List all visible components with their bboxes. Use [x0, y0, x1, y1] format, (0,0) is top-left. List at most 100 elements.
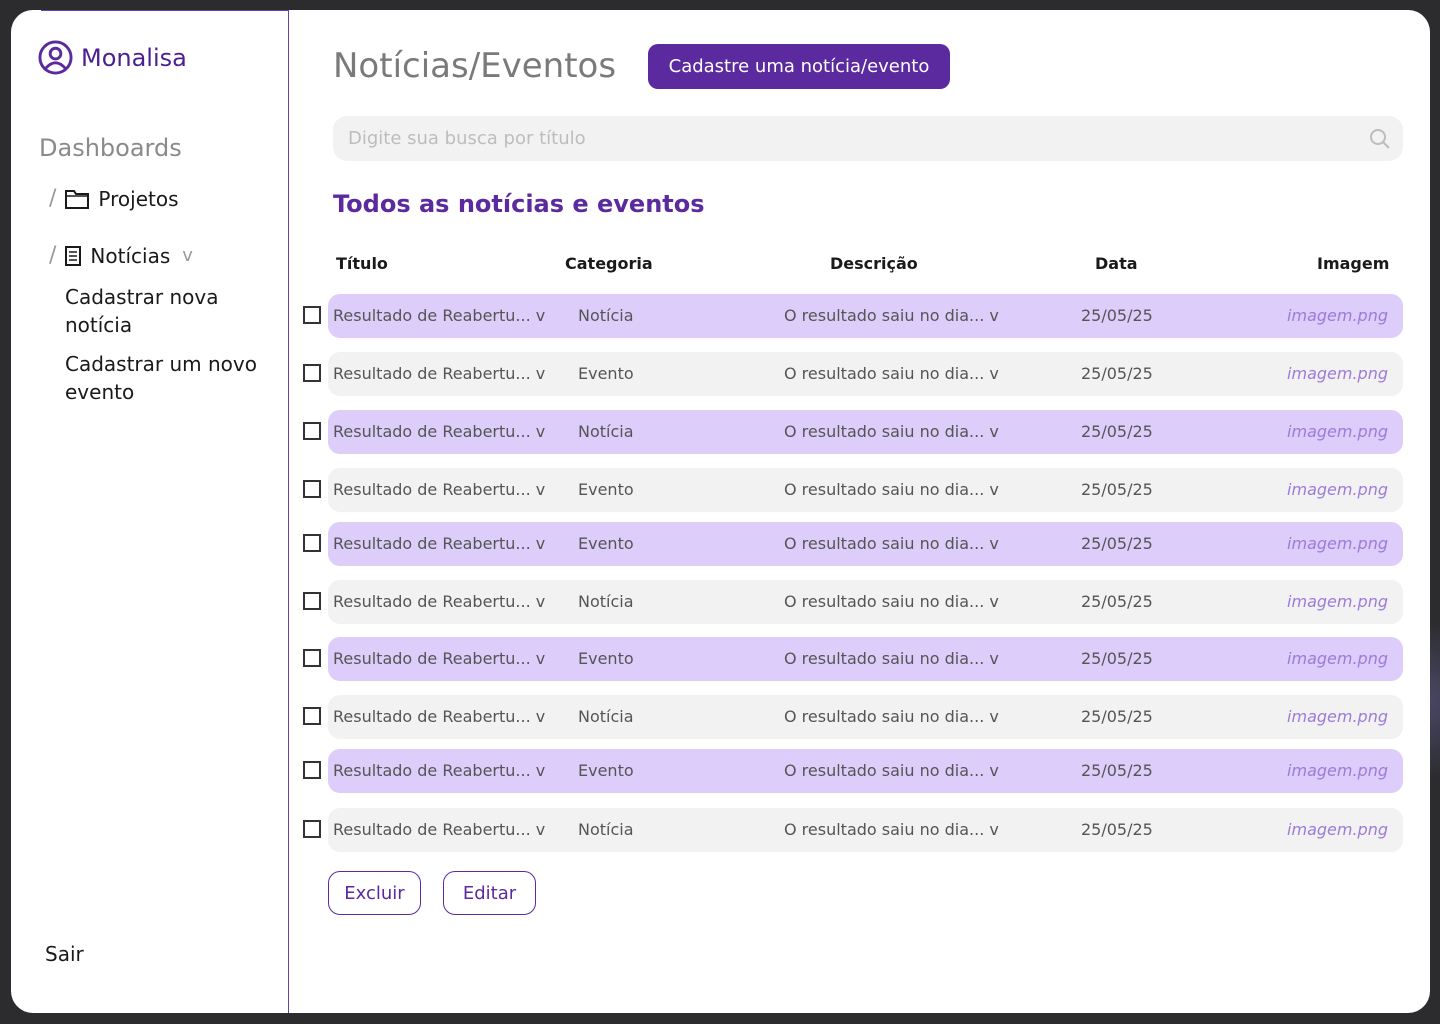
row-image-link[interactable]: imagem.png	[1287, 761, 1388, 780]
sidebar-item-projetos[interactable]: / Projetos	[49, 186, 179, 211]
row-date: 25/05/25	[1081, 534, 1153, 553]
row-title[interactable]: Resultado de Reabertu... v	[333, 820, 545, 839]
row-description[interactable]: O resultado saiu no dia... v	[784, 820, 999, 839]
logout-link[interactable]: Sair	[45, 942, 84, 966]
row-date: 25/05/25	[1081, 820, 1153, 839]
nav-slash: /	[49, 243, 57, 268]
row-date: 25/05/25	[1081, 422, 1153, 441]
row-image-link[interactable]: imagem.png	[1287, 306, 1388, 325]
row-category: Notícia	[578, 820, 634, 839]
table-row[interactable]: Resultado de Reabertu... v Notícia O resul…	[303, 580, 1403, 624]
folder-icon	[65, 189, 90, 209]
row-category: Notícia	[578, 422, 634, 441]
row-checkbox[interactable]	[303, 592, 321, 610]
row-checkbox[interactable]	[303, 422, 321, 440]
row-date: 25/05/25	[1081, 364, 1153, 383]
table-row[interactable]: Resultado de Reabertu... v Evento O result…	[303, 352, 1403, 396]
row-date: 25/05/25	[1081, 649, 1153, 668]
row-description[interactable]: O resultado saiu no dia... v	[784, 592, 999, 611]
row-date: 25/05/25	[1081, 761, 1153, 780]
brand-name: Monalisa	[81, 43, 187, 72]
row-checkbox[interactable]	[303, 761, 321, 779]
row-date: 25/05/25	[1081, 480, 1153, 499]
row-category: Evento	[578, 649, 634, 668]
sidebar-item-label: Projetos	[98, 186, 179, 211]
app-window: Monalisa Dashboards / Projetos / Notícia…	[11, 10, 1430, 1013]
row-title[interactable]: Resultado de Reabertu... v	[333, 534, 545, 553]
nav-slash: /	[49, 186, 57, 211]
row-image-link[interactable]: imagem.png	[1287, 364, 1388, 383]
table-row[interactable]: Resultado de Reabertu... v Evento O result…	[303, 468, 1403, 512]
row-title[interactable]: Resultado de Reabertu... v	[333, 592, 545, 611]
column-header-titulo: Título	[336, 254, 388, 273]
column-header-data: Data	[1095, 254, 1138, 273]
row-description[interactable]: O resultado saiu no dia... v	[784, 649, 999, 668]
row-checkbox[interactable]	[303, 649, 321, 667]
row-description[interactable]: O resultado saiu no dia... v	[784, 306, 999, 325]
row-date: 25/05/25	[1081, 306, 1153, 325]
row-description[interactable]: O resultado saiu no dia... v	[784, 480, 999, 499]
row-title[interactable]: Resultado de Reabertu... v	[333, 306, 545, 325]
table-row[interactable]: Resultado de Reabertu... v Notícia O resul…	[303, 294, 1403, 338]
delete-button[interactable]: Excluir	[328, 871, 421, 915]
page-title: Notícias/Eventos	[333, 46, 617, 86]
search-icon[interactable]	[1368, 127, 1392, 151]
table-row[interactable]: Resultado de Reabertu... v Notícia O resul…	[303, 695, 1403, 739]
row-image-link[interactable]: imagem.png	[1287, 534, 1388, 553]
table-row[interactable]: Resultado de Reabertu... v Evento O result…	[303, 637, 1403, 681]
row-description[interactable]: O resultado saiu no dia... v	[784, 707, 999, 726]
row-date: 25/05/25	[1081, 707, 1153, 726]
edit-button[interactable]: Editar	[443, 871, 536, 915]
sidebar-section-title: Dashboards	[39, 134, 182, 162]
row-category: Evento	[578, 480, 634, 499]
row-checkbox[interactable]	[303, 707, 321, 725]
sidebar-divider	[41, 10, 289, 11]
row-title[interactable]: Resultado de Reabertu... v	[333, 761, 545, 780]
sidebar-subitem-cadastrar-noticia[interactable]: Cadastrar nova notícia	[65, 283, 275, 339]
table-row[interactable]: Resultado de Reabertu... v Evento O result…	[303, 749, 1403, 793]
sidebar-item-label: Notícias	[90, 243, 171, 268]
row-category: Evento	[578, 761, 634, 780]
sidebar-subitem-cadastrar-evento[interactable]: Cadastrar um novo evento	[65, 350, 275, 406]
column-header-imagem: Imagem	[1317, 254, 1390, 273]
row-title[interactable]: Resultado de Reabertu... v	[333, 422, 545, 441]
row-image-link[interactable]: imagem.png	[1287, 592, 1388, 611]
row-title[interactable]: Resultado de Reabertu... v	[333, 707, 545, 726]
row-checkbox[interactable]	[303, 534, 321, 552]
row-image-link[interactable]: imagem.png	[1287, 820, 1388, 839]
brand[interactable]: Monalisa	[38, 40, 187, 75]
row-description[interactable]: O resultado saiu no dia... v	[784, 534, 999, 553]
row-image-link[interactable]: imagem.png	[1287, 480, 1388, 499]
row-checkbox[interactable]	[303, 306, 321, 324]
sidebar: Monalisa Dashboards / Projetos / Notícia…	[11, 10, 289, 1013]
row-category: Notícia	[578, 707, 634, 726]
row-date: 25/05/25	[1081, 592, 1153, 611]
table-row[interactable]: Resultado de Reabertu... v Notícia O resul…	[303, 808, 1403, 852]
row-image-link[interactable]: imagem.png	[1287, 649, 1388, 668]
row-category: Evento	[578, 364, 634, 383]
row-checkbox[interactable]	[303, 480, 321, 498]
section-title: Todos as notícias e eventos	[333, 190, 705, 218]
row-title[interactable]: Resultado de Reabertu... v	[333, 480, 545, 499]
row-description[interactable]: O resultado saiu no dia... v	[784, 364, 999, 383]
document-icon	[65, 245, 82, 266]
user-circle-icon	[38, 40, 73, 75]
row-checkbox[interactable]	[303, 820, 321, 838]
sidebar-item-noticias[interactable]: / Notícias v	[49, 243, 193, 268]
row-category: Notícia	[578, 306, 634, 325]
row-checkbox[interactable]	[303, 364, 321, 382]
row-category: Evento	[578, 534, 634, 553]
row-title[interactable]: Resultado de Reabertu... v	[333, 364, 545, 383]
row-image-link[interactable]: imagem.png	[1287, 707, 1388, 726]
table-row[interactable]: Resultado de Reabertu... v Evento O result…	[303, 522, 1403, 566]
row-image-link[interactable]: imagem.png	[1287, 422, 1388, 441]
row-title[interactable]: Resultado de Reabertu... v	[333, 649, 545, 668]
register-news-event-button[interactable]: Cadastre uma notícia/evento	[648, 44, 950, 89]
table-row[interactable]: Resultado de Reabertu... v Notícia O resul…	[303, 410, 1403, 454]
row-description[interactable]: O resultado saiu no dia... v	[784, 422, 999, 441]
search-input[interactable]	[333, 116, 1403, 161]
column-header-descricao: Descrição	[830, 254, 918, 273]
row-description[interactable]: O resultado saiu no dia... v	[784, 761, 999, 780]
column-header-categoria: Categoria	[565, 254, 653, 273]
row-category: Notícia	[578, 592, 634, 611]
